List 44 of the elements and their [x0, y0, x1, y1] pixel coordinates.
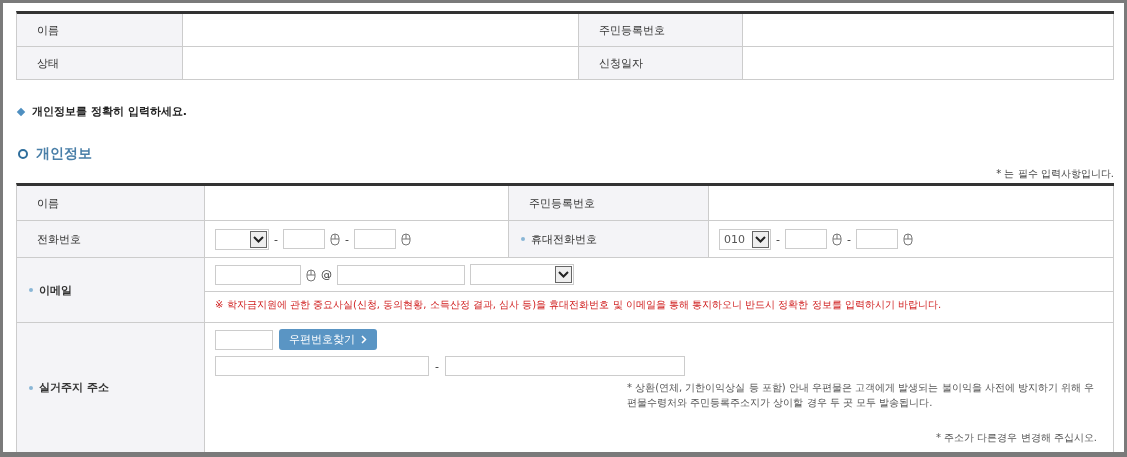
- phone-input[interactable]: [785, 229, 827, 249]
- field-label: 이름: [37, 195, 59, 211]
- at-sign: @: [321, 268, 332, 281]
- chevron-right-icon: [361, 335, 367, 344]
- phone-input[interactable]: [855, 229, 898, 249]
- email-domain-input[interactable]: [337, 264, 465, 285]
- field-label: 실거주지 주소: [39, 380, 109, 395]
- postcode-input[interactable]: [215, 329, 273, 350]
- dropdown-caret-icon[interactable]: [752, 230, 769, 248]
- field-label: 상태: [37, 55, 59, 71]
- mouse-icon: [902, 232, 913, 246]
- dash: -: [847, 232, 851, 246]
- area-code-select[interactable]: 010: [719, 228, 771, 250]
- dash: -: [345, 232, 349, 246]
- field-label: 주민등록번호: [599, 22, 665, 38]
- address-input[interactable]: [215, 356, 429, 376]
- section-title: 개인정보: [36, 145, 92, 163]
- address-note: * 상환(연체, 기한이익상실 등 포함) 안내 우편물은 고객에게 발생되는 불이익을 사전에 방지하기 위해 우편물수령처와 주민등록주소지가 상이할 경우 두 곳 모두 발송됩니다.: [627, 381, 1096, 410]
- ring-icon: [18, 149, 28, 159]
- mouse-icon: [400, 232, 411, 246]
- mouse-icon: [330, 232, 340, 246]
- field-label: 주민등록번호: [529, 195, 595, 211]
- email-domain-select[interactable]: [470, 264, 574, 285]
- address-note: * 주소가 다른경우 변경해 주십시오.: [936, 431, 1097, 445]
- warning-text: ※ 학자금지원에 관한 중요사실(신청, 동의현황, 소득산정 결과, 심사 등)을 휴대전화번호 및 이메일을 통해 통지하오니 반드시 정확한 정보를 입력하시기 바랍니다.: [215, 298, 942, 312]
- dash: -: [435, 359, 439, 373]
- address-detail-input[interactable]: [445, 356, 685, 376]
- dash: -: [274, 232, 278, 246]
- dropdown-caret-icon[interactable]: [250, 230, 267, 248]
- field-label: 이메일: [39, 282, 72, 298]
- field-label: 전화번호: [37, 231, 81, 247]
- field-label: 휴대전화번호: [531, 231, 597, 247]
- area-code-select[interactable]: [215, 228, 269, 250]
- dash: -: [776, 232, 780, 246]
- field-label: 신청일자: [599, 55, 643, 71]
- mouse-icon: [832, 232, 842, 246]
- dropdown-caret-icon[interactable]: [555, 266, 572, 283]
- phone-input[interactable]: [353, 229, 396, 249]
- notice-text: 개인정보를 정확히 입력하세요.: [32, 104, 187, 119]
- required-note: * 는 필수 입력사항입니다.: [995, 167, 1114, 181]
- field-label: 이름: [37, 22, 59, 38]
- email-id-input[interactable]: [215, 264, 301, 285]
- mouse-icon: [306, 267, 316, 282]
- phone-input[interactable]: [283, 229, 325, 249]
